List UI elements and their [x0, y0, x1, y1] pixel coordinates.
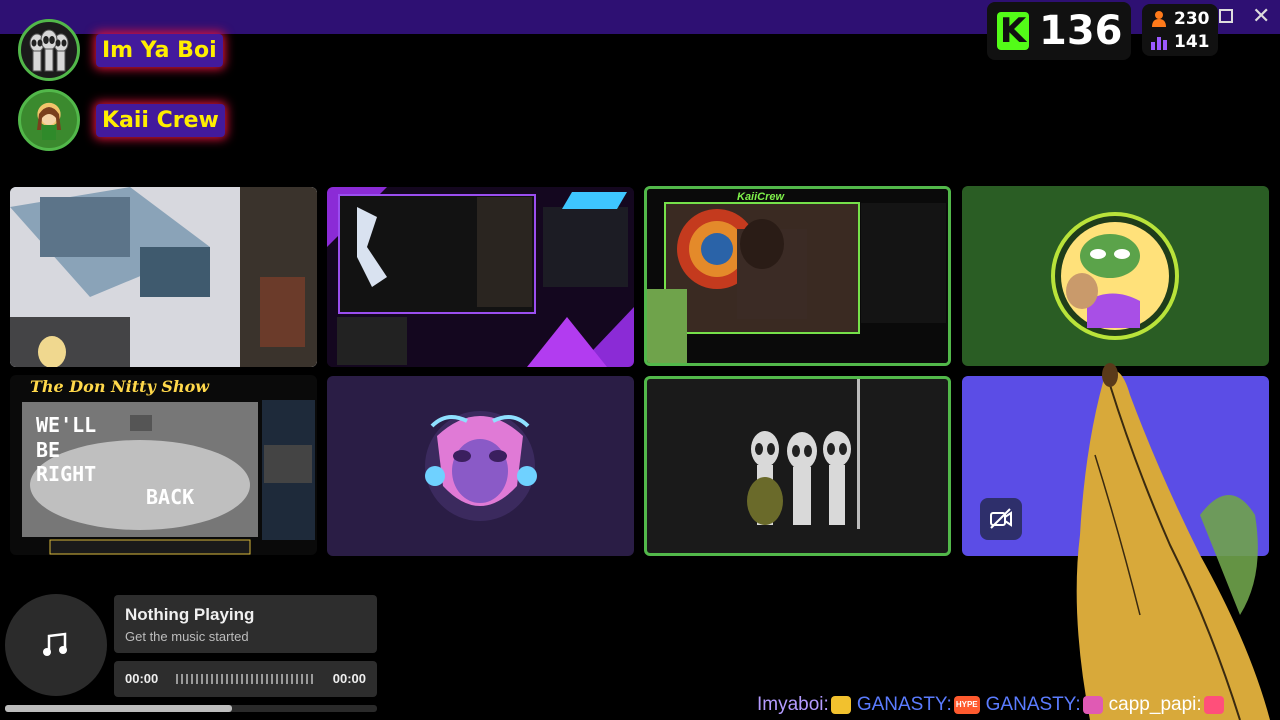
video-tile-stream[interactable] — [327, 187, 634, 367]
chat-username: GANASTY: — [985, 694, 1081, 715]
close-button[interactable]: ✕ — [1252, 5, 1270, 27]
waveform-tick — [256, 674, 258, 684]
video-tile-pepe[interactable] — [962, 186, 1269, 366]
webcam-overlay — [1076, 363, 1270, 720]
chat-emote-icon: HYPE — [953, 696, 980, 714]
now-playing-title: Nothing Playing — [125, 605, 255, 624]
host-name: Im Ya Boi — [96, 33, 223, 67]
dragon-avatar — [425, 411, 537, 521]
music-note-icon — [43, 632, 67, 656]
video-tile-dragon[interactable] — [327, 376, 634, 556]
album-art — [5, 594, 107, 696]
camera-off-icon — [980, 498, 1022, 540]
time-total: 00:00 — [332, 671, 366, 686]
waveform-tick — [201, 674, 203, 684]
waveform — [176, 674, 313, 684]
kick-viewer-badge: K 136 — [987, 2, 1131, 60]
stat-value: 230 — [1174, 9, 1210, 29]
brb-text-line: RIGHT — [36, 462, 97, 486]
waveform-tick — [291, 674, 293, 684]
playback-bar: 00:00 00:00 — [114, 661, 377, 697]
waveform-tick — [216, 674, 218, 684]
chat-username: GANASTY: — [856, 694, 952, 715]
waveform-tick — [276, 674, 278, 684]
waveform-tick — [271, 674, 273, 684]
chat-username: Imyaboi: — [757, 694, 829, 715]
kick-logo-icon: K — [997, 11, 1029, 51]
waveform-tick — [211, 674, 213, 684]
maximize-button[interactable] — [1219, 9, 1233, 23]
waveform-tick — [226, 674, 228, 684]
now-playing-card: Nothing Playing Get the music started — [114, 595, 377, 653]
host-avatar-kaiicrew — [18, 89, 80, 151]
person-icon — [1152, 11, 1166, 27]
host-row: Im Ya Boi — [18, 19, 223, 81]
waveform-tick — [306, 674, 308, 684]
waveform-tick — [286, 674, 288, 684]
video-tile-brb[interactable]: The Don Nitty Show WE'LL BE RIGHT BACK — [10, 375, 317, 555]
host-row: Kaii Crew — [18, 89, 225, 151]
waveform-tick — [311, 674, 313, 684]
stat-value: 141 — [1174, 32, 1210, 52]
waveform-tick — [301, 674, 303, 684]
video-tile-kaiicrew[interactable]: KaiiCrew — [644, 186, 951, 366]
bar-chart-icon — [1151, 37, 1167, 50]
stats-panel: 230 141 — [1142, 4, 1218, 56]
stat-row: 141 — [1150, 32, 1210, 52]
waveform-tick — [221, 674, 223, 684]
waveform-tick — [281, 674, 283, 684]
brb-text-line: BE — [36, 438, 61, 462]
chat-emote-icon — [1203, 696, 1224, 714]
chat-emote-icon — [830, 696, 851, 714]
host-avatar-imyaboi — [18, 19, 80, 81]
waveform-tick — [206, 674, 208, 684]
time-current: 00:00 — [125, 671, 159, 686]
stat-row: 230 — [1150, 9, 1210, 29]
overlay-title: KaiiCrew — [737, 191, 785, 203]
waveform-tick — [181, 674, 183, 684]
host-name: Kaii Crew — [96, 103, 225, 137]
kaiicrew-scene — [647, 189, 948, 363]
video-tile-game[interactable] — [10, 187, 317, 367]
progress-fill — [5, 705, 232, 712]
waveform-tick — [176, 674, 178, 684]
waveform-tick — [296, 674, 298, 684]
stream-scene — [327, 187, 634, 367]
game-scene — [10, 187, 317, 367]
waveform-tick — [251, 674, 253, 684]
kick-count: 136 — [1039, 8, 1123, 54]
brb-text-line: WE'LL — [36, 413, 97, 437]
progress-bar[interactable] — [5, 705, 377, 712]
brb-text-line: BACK — [146, 485, 195, 509]
chat-username: capp_papi: — [1108, 694, 1202, 715]
now-playing-subtitle: Get the music started — [125, 629, 249, 644]
aliens-avatar — [747, 379, 860, 529]
video-tile-aliens[interactable] — [644, 376, 951, 556]
waveform-tick — [191, 674, 193, 684]
waveform-tick — [196, 674, 198, 684]
waveform-tick — [236, 674, 238, 684]
waveform-tick — [266, 674, 268, 684]
pepe-avatar — [1051, 212, 1179, 340]
waveform-tick — [261, 674, 263, 684]
chat-ticker: Imyaboi: GANASTY: HYPE GANASTY: capp_papi: — [757, 694, 1224, 716]
waveform-tick — [231, 674, 233, 684]
chat-emote-icon — [1082, 696, 1103, 714]
waveform-tick — [246, 674, 248, 684]
waveform-tick — [186, 674, 188, 684]
waveform-tick — [241, 674, 243, 684]
